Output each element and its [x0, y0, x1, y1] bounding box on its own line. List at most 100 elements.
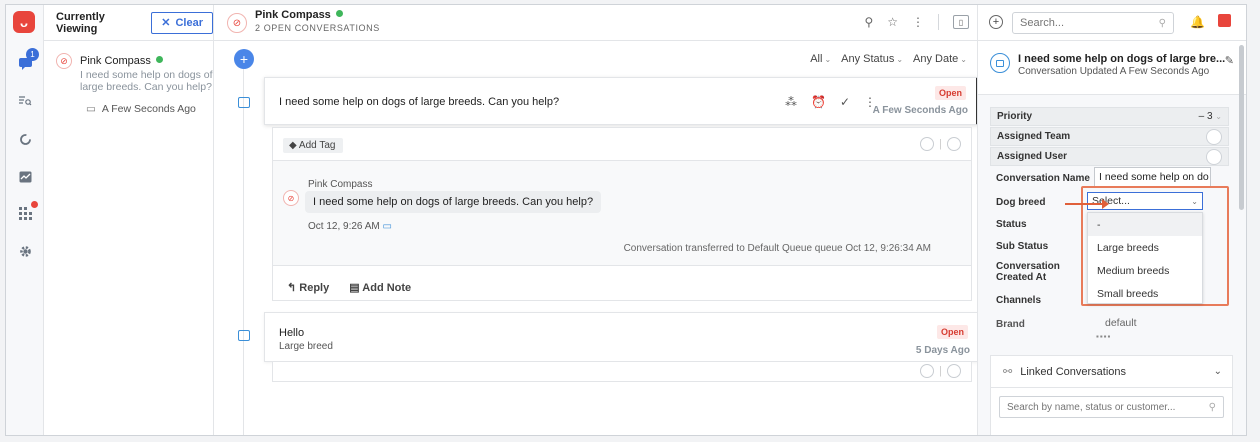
toggle-circle-icon[interactable]: [947, 364, 961, 378]
filter-date[interactable]: Any Date ⌄: [913, 53, 967, 65]
conversation-title: Hello: [279, 327, 305, 339]
filter-status[interactable]: Any Status ⌄: [841, 53, 903, 65]
search-input[interactable]: [1020, 17, 1140, 29]
resize-handle[interactable]: ▪▪▪▪: [1096, 332, 1111, 341]
dropdown-option[interactable]: Medium breeds: [1088, 259, 1202, 282]
assigned-team-toggle[interactable]: [1206, 128, 1222, 145]
message-icon: ▭: [86, 103, 96, 115]
customer-avatar-icon[interactable]: ⊘: [227, 13, 247, 33]
linked-search-input[interactable]: [1007, 401, 1192, 413]
conversation-card[interactable]: Hello Large breed Open 5 Days Ago: [264, 312, 979, 362]
snooze-clock-icon[interactable]: ⏰: [811, 95, 826, 109]
priority-value: – 3 ⌄: [1198, 111, 1222, 122]
conversation-time: A Few Seconds Ago: [872, 105, 968, 116]
message-icon: ▭: [382, 221, 392, 232]
status-label: Status: [996, 219, 1027, 230]
status-badge: Open: [936, 325, 968, 339]
sync-icon[interactable]: [15, 129, 35, 149]
link-icon: ⚯: [1003, 366, 1013, 378]
resolve-check-icon[interactable]: ✓: [840, 95, 850, 109]
chevron-down-icon[interactable]: ⌄: [1214, 366, 1222, 377]
created-at-label: Conversation Created At: [996, 261, 1060, 283]
panel-toggle-icon[interactable]: ▯: [953, 15, 969, 29]
assigned-user-toggle[interactable]: [1206, 148, 1222, 165]
apps-notification-dot: [31, 201, 38, 208]
dog-breed-placeholder: Select...: [1092, 195, 1130, 207]
chevron-down-icon: ⌄: [824, 55, 832, 64]
chevron-down-icon: ⌄: [960, 55, 967, 64]
app-logo-icon[interactable]: ᴗ: [13, 11, 35, 33]
filter-all[interactable]: All ⌄: [810, 53, 831, 65]
priority-row[interactable]: Priority – 3 ⌄: [990, 107, 1229, 126]
message-time: Oct 12, 9:26 AM ▭: [308, 221, 392, 232]
linked-conversations-header[interactable]: ⚯ Linked Conversations ⌄: [991, 356, 1232, 388]
conversation-toggles: |: [920, 364, 961, 378]
summary-title: I need some help on dogs of large bre...: [1018, 53, 1226, 65]
toggle-circle-icon[interactable]: [947, 137, 961, 151]
search-list-icon[interactable]: [15, 91, 35, 111]
star-icon[interactable]: ☆: [887, 15, 898, 29]
dropdown-option[interactable]: -: [1088, 213, 1202, 236]
conversation-preview: I need some help on dogs of large breeds…: [279, 96, 560, 108]
clear-button-label: Clear: [175, 16, 203, 29]
add-note-button[interactable]: ▤ Add Note: [349, 281, 411, 294]
dog-breed-dropdown: - Large breeds Medium breeds Small breed…: [1087, 212, 1203, 304]
divider: [938, 14, 939, 30]
settings-gear-icon[interactable]: [15, 241, 35, 261]
more-vertical-icon[interactable]: ⋮: [912, 15, 924, 29]
open-conversations-count: 2 OPEN CONVERSATIONS: [255, 23, 380, 33]
app-window: ᴗ 1 Currently Viewing ✕ Clear ⊘ Pink Com…: [5, 4, 1247, 436]
sub-status-label: Sub Status: [996, 241, 1049, 252]
reports-icon[interactable]: [15, 167, 35, 187]
viewing-preview: I need some help on dogs of large breeds…: [80, 69, 213, 93]
conversation-subtitle: Large breed: [279, 341, 333, 352]
message-thread: Pink Compass ⊘ I need some help on dogs …: [273, 160, 971, 266]
tag-icon: ◆: [289, 140, 299, 151]
viewing-customer-name: Pink Compass: [80, 55, 163, 67]
linked-conversations-title: Linked Conversations: [1020, 365, 1127, 378]
dropdown-option[interactable]: Large breeds: [1088, 236, 1202, 259]
dropdown-option[interactable]: Small breeds: [1088, 282, 1202, 305]
brand-value: default: [1105, 317, 1137, 329]
linked-search[interactable]: ⚲: [999, 396, 1224, 418]
scrollbar[interactable]: [1239, 45, 1244, 210]
global-search[interactable]: ⚲: [1012, 12, 1174, 34]
add-tag-button[interactable]: ◆ Add Tag: [283, 138, 344, 153]
clear-button[interactable]: ✕ Clear: [151, 11, 213, 34]
brand-label: Brand: [996, 319, 1025, 330]
edit-pencil-icon[interactable]: ✎: [1225, 54, 1234, 67]
chevron-down-icon: ⌄: [1191, 196, 1198, 206]
assigned-team-row[interactable]: Assigned Team: [990, 127, 1229, 146]
gift-icon[interactable]: [1218, 14, 1231, 27]
properties-panel: + ⚲ 🔔 I need some help on dogs of large …: [977, 5, 1246, 435]
conversation-filters: All ⌄ Any Status ⌄ Any Date ⌄: [810, 53, 967, 65]
toggle-circle-icon[interactable]: [920, 364, 935, 378]
priority-label: Priority: [997, 111, 1033, 122]
toggle-circle-icon[interactable]: [920, 137, 935, 151]
conversation-detail: ◆ Add Tag | Pink Compass ⊘ I need some h…: [272, 127, 972, 301]
reply-button[interactable]: ↰ Reply: [287, 281, 329, 294]
conversation-card[interactable]: I need some help on dogs of large breeds…: [264, 77, 979, 125]
conversation-time: 5 Days Ago: [915, 345, 970, 356]
search-icon: ⚲: [1208, 401, 1216, 413]
add-conversation-button[interactable]: +: [234, 49, 254, 69]
notification-bell-icon[interactable]: 🔔: [1190, 15, 1205, 29]
channels-label: Channels: [996, 295, 1042, 306]
add-participant-icon[interactable]: ⁂: [785, 95, 797, 109]
right-header: + ⚲ 🔔: [978, 5, 1246, 41]
conversation-name-field[interactable]: I need some help on do: [1094, 167, 1211, 187]
conversations-icon[interactable]: 1: [15, 48, 39, 73]
header-actions: ⚲ ☆ ⋮ ▯: [864, 14, 969, 30]
conversation-toggles: |: [920, 137, 961, 151]
viewing-time: ▭ A Few Seconds Ago: [86, 103, 196, 115]
apps-grid-icon[interactable]: [15, 201, 38, 223]
online-status-dot: [155, 56, 163, 63]
currently-viewing-panel: Currently Viewing ✕ Clear ⊘ Pink Compass…: [44, 5, 214, 435]
conversation-name-label: Conversation Name: [996, 173, 1090, 184]
assign-user-icon[interactable]: ⚲: [864, 15, 873, 29]
chevron-down-icon: ⌄: [1215, 112, 1222, 121]
assigned-user-row[interactable]: Assigned User: [990, 147, 1229, 166]
message-bubble: I need some help on dogs of large breeds…: [305, 191, 602, 213]
conversation-icon: [238, 97, 250, 108]
add-icon[interactable]: +: [989, 15, 1003, 29]
